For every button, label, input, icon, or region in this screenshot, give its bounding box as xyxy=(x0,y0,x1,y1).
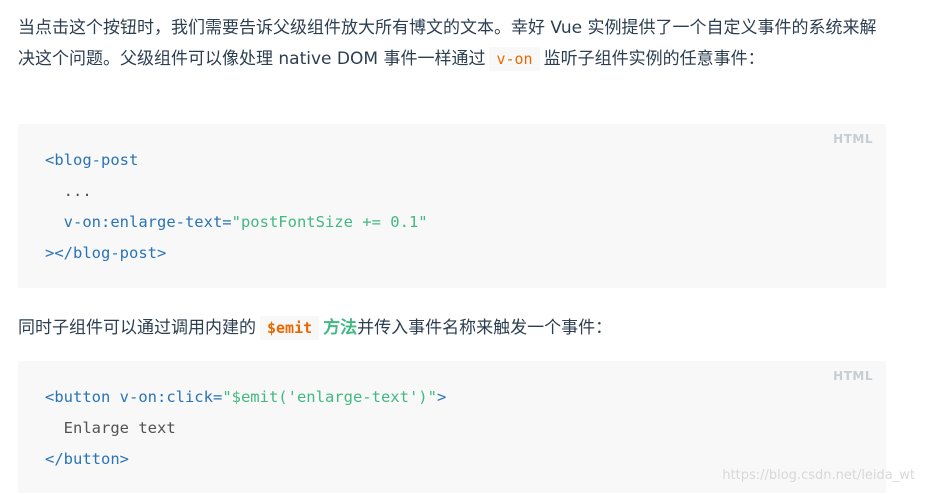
code-token-tag: </button> xyxy=(45,450,129,468)
inline-code-v-on: v-on xyxy=(489,47,540,71)
code-content: <button v-on:click="$emit('enlarge-text'… xyxy=(45,382,446,475)
watermark: https://blog.csdn.net/leida_wt xyxy=(722,468,915,483)
inline-code-emit: $emit xyxy=(260,316,320,340)
code-token-text: ... xyxy=(45,182,92,200)
code-token-attr: v-on:enlarge-text= xyxy=(45,213,232,231)
paragraph-text: 并传入事件名称来触发一个事件： xyxy=(357,318,613,338)
code-token-tag: <blog-post xyxy=(45,151,139,169)
code-content: <blog-post ... v-on:enlarge-text="postFo… xyxy=(45,145,428,269)
paragraph-text: 同时子组件可以通过调用内建的 xyxy=(18,318,256,338)
code-token-tag: > xyxy=(436,388,447,406)
code-token-tag: <button v-on:click= xyxy=(45,388,223,406)
paragraph-text: 监听子组件实例的任意事件： xyxy=(543,49,765,69)
code-token-string: "postFontSize += 0.1" xyxy=(231,213,428,231)
code-language-label: HTML xyxy=(833,369,873,383)
code-language-label: HTML xyxy=(833,132,873,146)
code-token-tag: ></blog-post> xyxy=(45,244,167,262)
paragraph-custom-events: 当点击这个按钮时，我们需要告诉父级组件放大所有博文的文本。幸好 Vue 实例提供… xyxy=(18,13,888,75)
code-token-text: Enlarge text xyxy=(45,419,176,437)
link-method[interactable]: 方法 xyxy=(323,318,357,338)
code-block-blog-post: HTML <blog-post ... v-on:enlarge-text="p… xyxy=(18,124,886,288)
code-token-string: "$emit('enlarge-text')" xyxy=(222,388,437,406)
paragraph-emit: 同时子组件可以通过调用内建的 $emit 方法并传入事件名称来触发一个事件： xyxy=(18,313,888,344)
